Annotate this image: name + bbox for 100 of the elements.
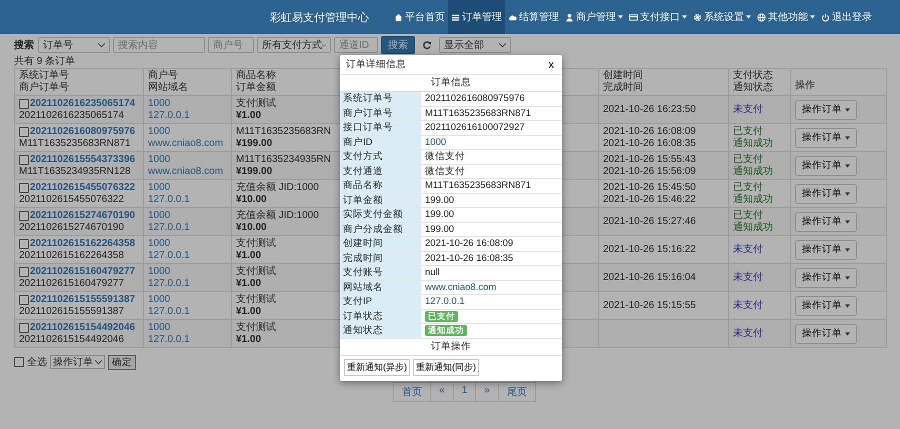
- field-link[interactable]: www.cniao8.com: [425, 280, 496, 294]
- select-all-checkbox[interactable]: [14, 357, 24, 367]
- merchant-id-link[interactable]: 1000: [148, 294, 170, 306]
- domain-link[interactable]: 127.0.0.1: [148, 306, 190, 318]
- order-action-button[interactable]: 操作订单: [795, 184, 857, 204]
- order-action-button[interactable]: 操作订单: [795, 212, 857, 232]
- pay-status: 已支付: [733, 126, 763, 138]
- channel-input[interactable]: 通道ID: [334, 37, 378, 53]
- nav-item[interactable]: 平台首页: [391, 0, 448, 34]
- merchant-id-link[interactable]: 1000: [148, 210, 170, 222]
- order-number-link[interactable]: 2021102615554373396: [30, 154, 136, 166]
- domain-link[interactable]: www.cniao8.com: [148, 138, 224, 150]
- filter-select[interactable]: 显示全部: [439, 37, 511, 53]
- domain-link[interactable]: 127.0.0.1: [148, 110, 190, 122]
- row-checkbox[interactable]: [19, 98, 29, 108]
- search-button[interactable]: 搜索: [381, 36, 415, 54]
- search-label: 搜索: [14, 38, 34, 52]
- order-number-link[interactable]: 2021102615160479277: [30, 266, 136, 278]
- row-checkbox[interactable]: [19, 210, 29, 220]
- domain-link[interactable]: www.cniao8.com: [148, 166, 224, 178]
- row-checkbox[interactable]: [19, 182, 29, 192]
- nav-item[interactable]: 订单管理: [448, 0, 505, 34]
- pagination-link[interactable]: 首页: [393, 382, 432, 402]
- product-name: 充值余额 JID:1000: [236, 210, 319, 222]
- keyword-input[interactable]: 搜索内容: [113, 37, 205, 53]
- domain-link[interactable]: 127.0.0.1: [148, 278, 190, 290]
- field-label: 系统订单号: [340, 92, 421, 106]
- order-action-button[interactable]: 操作订单: [795, 128, 857, 148]
- row-checkbox[interactable]: [19, 126, 29, 136]
- merchant-input[interactable]: 商户号: [208, 37, 254, 53]
- merchant-order-number: 2021102616235065174: [19, 110, 124, 122]
- pay-status: 未支付: [733, 272, 763, 284]
- order-action-button[interactable]: 操作订单: [795, 156, 857, 176]
- nav-item[interactable]: 支付接口: [626, 0, 690, 34]
- order-action-button[interactable]: 操作订单: [795, 324, 857, 344]
- order-number-link[interactable]: 2021102615155591387: [30, 294, 136, 306]
- field-link[interactable]: 127.0.0.1: [425, 295, 465, 308]
- row-checkbox[interactable]: [19, 322, 29, 332]
- nav-item[interactable]: 商户管理: [562, 0, 626, 34]
- order-amount: ¥199.00: [236, 138, 272, 150]
- order-number-link[interactable]: 2021102615162264358: [30, 238, 136, 250]
- pay-status: 已支付: [733, 182, 763, 194]
- order-number-link[interactable]: 2021102616235065174: [30, 98, 136, 110]
- order-number-link[interactable]: 2021102616080975976: [30, 126, 136, 138]
- order-number-link[interactable]: 2021102615455076322: [30, 182, 136, 194]
- product-name: M11T1635235683RN: [236, 126, 331, 138]
- nav-item[interactable]: 其他功能: [754, 0, 818, 34]
- column-header: 通知状态: [733, 82, 773, 94]
- created-time: 2021-10-26 16:08:09: [603, 126, 696, 138]
- domain-link[interactable]: 127.0.0.1: [148, 250, 190, 262]
- product-name: 支付测试: [236, 238, 276, 250]
- merchant-id-link[interactable]: 1000: [148, 238, 170, 250]
- merchant-id-link[interactable]: 1000: [148, 154, 170, 166]
- nav-item[interactable]: 退出登录: [818, 0, 875, 34]
- order-count: 共有 9 条订单: [14, 56, 76, 68]
- row-checkbox[interactable]: [19, 154, 29, 164]
- search-type-select[interactable]: 订单号: [38, 37, 110, 53]
- field-link[interactable]: 1000: [425, 136, 446, 149]
- merchant-order-number: 2021102615154492046: [19, 334, 124, 346]
- pagination-link[interactable]: 1: [452, 382, 476, 402]
- column-header: 商户号: [148, 70, 178, 82]
- confirm-button[interactable]: 确定: [108, 354, 136, 370]
- column-header: 创建时间: [603, 70, 643, 82]
- created-time: 2021-10-26 15:27:46: [603, 216, 696, 228]
- pay-method-select[interactable]: 所有支付方式: [257, 37, 331, 53]
- row-checkbox[interactable]: [19, 238, 29, 248]
- pay-status: 未支付: [733, 300, 763, 312]
- order-action-button[interactable]: 操作订单: [795, 100, 857, 120]
- caret-icon: [845, 192, 850, 196]
- refresh-icon[interactable]: [422, 40, 432, 50]
- merchant-id-link[interactable]: 1000: [148, 182, 170, 194]
- merchant-id-link[interactable]: 1000: [148, 266, 170, 278]
- product-name: 支付测试: [236, 294, 276, 306]
- close-button[interactable]: x: [546, 58, 556, 70]
- domain-link[interactable]: 127.0.0.1: [148, 194, 190, 206]
- merchant-id-link[interactable]: 1000: [148, 322, 170, 334]
- row-checkbox[interactable]: [19, 294, 29, 304]
- order-action-button[interactable]: 操作订单: [795, 268, 857, 288]
- field-label: 支付账号: [340, 266, 421, 280]
- renotify-button[interactable]: 重新通知(同步): [413, 358, 479, 376]
- nav-item[interactable]: 结算管理: [505, 0, 562, 34]
- merchant-id-link[interactable]: 1000: [148, 126, 170, 138]
- renotify-button[interactable]: 重新通知(异步): [344, 358, 410, 376]
- row-checkbox[interactable]: [19, 266, 29, 276]
- order-action-button[interactable]: 操作订单: [795, 240, 857, 260]
- domain-link[interactable]: 127.0.0.1: [148, 222, 190, 234]
- order-action-button[interactable]: 操作订单: [795, 296, 857, 316]
- order-number-link[interactable]: 2021102615154492046: [30, 322, 136, 334]
- field-label: 商户订单号: [340, 106, 421, 120]
- order-number-link[interactable]: 2021102615274670190: [30, 210, 136, 222]
- pagination-link[interactable]: »: [475, 382, 499, 402]
- nav-item[interactable]: 系统设置: [690, 0, 754, 34]
- caret-icon: [98, 42, 105, 48]
- merchant-id-link[interactable]: 1000: [148, 98, 170, 110]
- domain-link[interactable]: 127.0.0.1: [148, 334, 190, 346]
- field-label: 支付方式: [340, 150, 421, 164]
- bulk-action-select[interactable]: 操作订单: [50, 355, 105, 369]
- pagination-link[interactable]: «: [430, 382, 454, 402]
- pagination-link[interactable]: 尾页: [498, 382, 536, 402]
- field-label: 订单状态: [340, 310, 421, 323]
